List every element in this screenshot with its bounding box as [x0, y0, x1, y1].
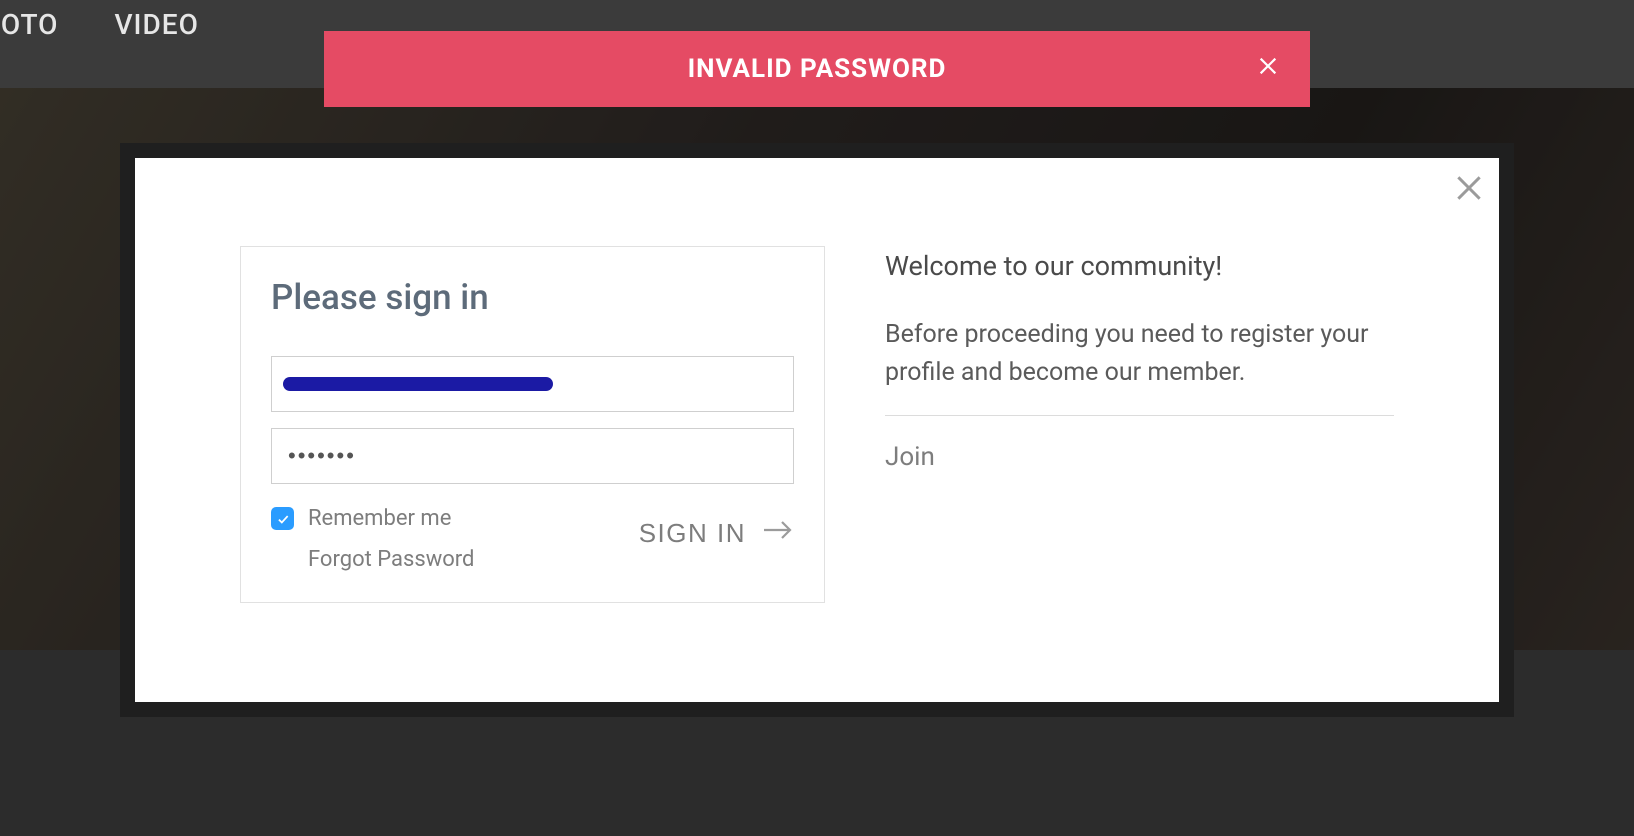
remember-me-label: Remember me: [308, 506, 451, 531]
forgot-password-link[interactable]: Forgot Password: [308, 547, 474, 572]
error-message: INVALID PASSWORD: [688, 54, 947, 84]
sign-in-button[interactable]: SIGN IN: [639, 516, 794, 551]
close-icon: [1453, 172, 1485, 208]
sign-in-label: SIGN IN: [639, 518, 746, 549]
close-icon: [1257, 54, 1279, 84]
welcome-body: Before proceeding you need to register y…: [885, 316, 1394, 391]
signin-card: Please sign in Remember me: [240, 246, 825, 603]
toast-close-button[interactable]: [1254, 55, 1282, 83]
signin-title: Please sign in: [271, 277, 794, 318]
welcome-heading: Welcome to our community!: [885, 250, 1394, 282]
join-link[interactable]: Join: [885, 442, 1394, 472]
password-field[interactable]: [271, 428, 794, 484]
remember-me-checkbox[interactable]: Remember me: [271, 506, 474, 531]
checkbox-checked-icon: [271, 507, 294, 530]
modal-overlay: Please sign in Remember me: [0, 0, 1634, 836]
signin-modal: Please sign in Remember me: [135, 158, 1499, 702]
email-field[interactable]: [271, 356, 794, 412]
welcome-panel: Welcome to our community! Before proceed…: [885, 246, 1394, 603]
error-toast: INVALID PASSWORD: [324, 31, 1310, 107]
divider: [885, 415, 1394, 416]
arrow-right-icon: [762, 516, 794, 551]
modal-close-button[interactable]: [1449, 170, 1489, 210]
modal-frame: Please sign in Remember me: [120, 143, 1514, 717]
